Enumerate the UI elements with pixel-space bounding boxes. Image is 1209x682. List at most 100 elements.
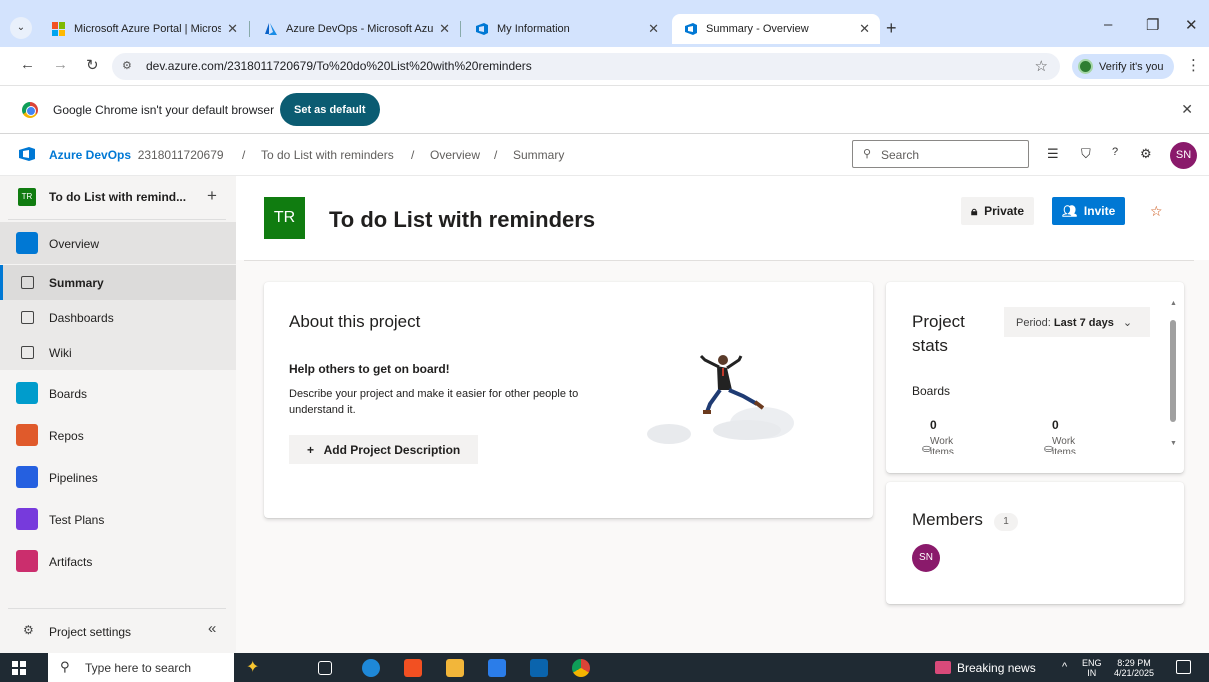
about-heading: About this project xyxy=(289,312,421,331)
breadcrumb-summary[interactable]: Summary xyxy=(513,148,564,162)
user-settings-icon[interactable]: ⚙ xyxy=(1140,146,1152,162)
collapse-sidebar-icon[interactable]: « xyxy=(208,620,216,637)
news-icon xyxy=(935,661,951,674)
browser-tab[interactable]: Azure DevOps - Microsoft Azur ✕ xyxy=(252,14,460,44)
sidebar-item-overview[interactable]: Overview xyxy=(0,222,236,264)
azure-devops-icon xyxy=(476,23,488,35)
org-label[interactable]: 2318011720679 xyxy=(138,148,224,162)
new-tab-button[interactable]: + xyxy=(886,18,897,39)
stats-scrollbar[interactable]: ▲ ▼ xyxy=(1170,300,1177,460)
dashboards-icon xyxy=(21,311,34,324)
minimize-icon[interactable]: – xyxy=(1104,16,1112,33)
lang-bottom: IN xyxy=(1087,668,1097,678)
invite-button[interactable]: 👥︎ Invite xyxy=(1052,197,1126,225)
sidebar-item-summary[interactable]: Summary xyxy=(0,265,236,300)
search-input[interactable]: ⚲ Search xyxy=(852,140,1029,168)
reload-icon[interactable]: ↻ xyxy=(86,56,99,74)
sidebar-item-artifacts[interactable]: Artifacts xyxy=(0,540,236,582)
add-description-label: Add Project Description xyxy=(323,442,461,457)
profile-icon xyxy=(1078,59,1093,74)
work-items-icon[interactable]: ☰ xyxy=(1047,146,1059,162)
stat-label: Work items xyxy=(930,436,954,454)
sidebar-item-label: Pipelines xyxy=(49,471,98,485)
private-button[interactable]: 🔒︎ Private xyxy=(961,197,1035,225)
browser-tab-active[interactable]: Summary - Overview ✕ xyxy=(672,14,880,44)
copilot-app-icon[interactable] xyxy=(404,659,422,677)
breadcrumb-overview[interactable]: Overview xyxy=(430,148,480,162)
set-default-button[interactable]: Set as default xyxy=(280,93,380,126)
pipelines-icon xyxy=(16,466,38,488)
main-content: TR To do List with reminders 🔒︎ Private … xyxy=(236,176,1209,653)
period-dropdown[interactable]: Period: Last 7 days ⌄ xyxy=(1004,307,1150,337)
chrome-menu-icon[interactable]: ⋮ xyxy=(1186,56,1201,74)
close-tab-icon[interactable]: ✕ xyxy=(439,21,450,37)
browser-tab[interactable]: My Information ✕ xyxy=(463,14,669,44)
infobar-close-icon[interactable]: ✕ xyxy=(1181,101,1193,118)
breadcrumb-org[interactable]: Azure DevOps 2318011720679 xyxy=(49,148,224,162)
verify-button[interactable]: Verify it's you xyxy=(1072,54,1174,79)
close-tab-icon[interactable]: ✕ xyxy=(227,21,238,37)
private-label: Private xyxy=(984,203,1025,218)
file-explorer-icon[interactable] xyxy=(446,659,464,677)
sidebar-item-test-plans[interactable]: Test Plans xyxy=(0,498,236,540)
task-view-icon[interactable] xyxy=(318,661,332,675)
help-icon[interactable]: ? xyxy=(1112,146,1118,158)
add-icon[interactable]: + xyxy=(207,186,217,206)
about-subheading: Help others to get on board! xyxy=(289,362,450,376)
user-avatar[interactable]: SN xyxy=(1170,142,1197,169)
edge-icon[interactable] xyxy=(362,659,380,677)
invite-label: Invite xyxy=(1083,204,1116,218)
people-icon: 👥︎ xyxy=(1062,204,1078,218)
azure-devops-logo-icon[interactable] xyxy=(18,146,36,162)
language-indicator[interactable]: ENG IN xyxy=(1082,658,1102,678)
forward-icon[interactable]: → xyxy=(53,56,68,73)
sidebar-item-repos[interactable]: Repos xyxy=(0,414,236,456)
store-icon[interactable] xyxy=(488,659,506,677)
about-description: Describe your project and make it easier… xyxy=(289,388,579,416)
bookmark-star-icon[interactable]: ☆ xyxy=(1035,57,1048,75)
project-settings-link[interactable]: ⚙ Project settings « xyxy=(0,616,236,646)
taskbar-search-input[interactable]: ⚲ Type here to search xyxy=(48,653,234,682)
project-name[interactable]: To do List with remind... xyxy=(49,190,186,204)
show-hidden-icons-icon[interactable]: ^ xyxy=(1062,661,1067,673)
window-close-icon[interactable]: ✕ xyxy=(1185,16,1198,34)
project-switcher[interactable]: TR To do List with remind... + xyxy=(0,176,236,219)
news-label: Breaking news xyxy=(957,661,1036,675)
url-text[interactable]: dev.azure.com/2318011720679/To%20do%20Li… xyxy=(146,59,532,73)
jumping-person-illustration xyxy=(647,354,794,444)
close-tab-icon[interactable]: ✕ xyxy=(859,21,870,37)
sidebar-item-dashboards[interactable]: Dashboards xyxy=(0,300,236,335)
address-bar[interactable]: ⚙ dev.azure.com/2318011720679/To%20do%20… xyxy=(112,53,1060,80)
sidebar-item-label: Repos xyxy=(49,429,84,443)
marketplace-icon[interactable]: ⛉ xyxy=(1081,146,1091,162)
close-tab-icon[interactable]: ✕ xyxy=(648,21,659,37)
brand-label[interactable]: Azure DevOps xyxy=(49,148,131,162)
project-settings-label: Project settings xyxy=(49,625,132,639)
favorite-star-icon[interactable]: ☆ xyxy=(1150,203,1163,220)
copilot-sparkle-icon[interactable]: ✦ xyxy=(246,659,264,677)
member-avatar[interactable]: SN xyxy=(912,544,940,572)
stats-heading-text: Project stats xyxy=(912,312,965,355)
browser-tab[interactable]: Microsoft Azure Portal | Micros ✕ xyxy=(40,14,248,44)
stats-section-boards: Boards xyxy=(912,384,951,398)
windows-start-icon[interactable] xyxy=(12,661,26,675)
add-project-description-button[interactable]: + Add Project Description xyxy=(289,435,479,464)
sidebar-item-wiki[interactable]: Wiki xyxy=(0,335,236,370)
notifications-icon[interactable] xyxy=(1176,660,1191,674)
microsoft-logo-icon xyxy=(52,22,66,36)
back-icon[interactable]: ← xyxy=(20,56,35,73)
work-items-stat-icon: ⛀ xyxy=(1044,443,1054,455)
outlook-icon[interactable] xyxy=(530,659,548,677)
azure-devops-icon xyxy=(685,23,697,35)
project-avatar-large: TR xyxy=(264,197,305,239)
news-widget[interactable]: Breaking news xyxy=(935,661,1036,675)
sidebar-item-pipelines[interactable]: Pipelines xyxy=(0,456,236,498)
restore-icon[interactable]: ❐ xyxy=(1146,16,1159,34)
sidebar-item-boards[interactable]: Boards xyxy=(0,372,236,414)
clock[interactable]: 8:29 PM 4/21/2025 xyxy=(1114,658,1154,678)
site-info-icon[interactable]: ⚙ xyxy=(122,59,132,72)
tab-search-button[interactable]: ⌄ xyxy=(10,17,32,39)
chrome-taskbar-icon[interactable] xyxy=(572,659,590,677)
project-header: TR To do List with reminders 🔒︎ Private … xyxy=(236,176,1209,261)
breadcrumb-project[interactable]: To do List with reminders xyxy=(261,148,394,162)
